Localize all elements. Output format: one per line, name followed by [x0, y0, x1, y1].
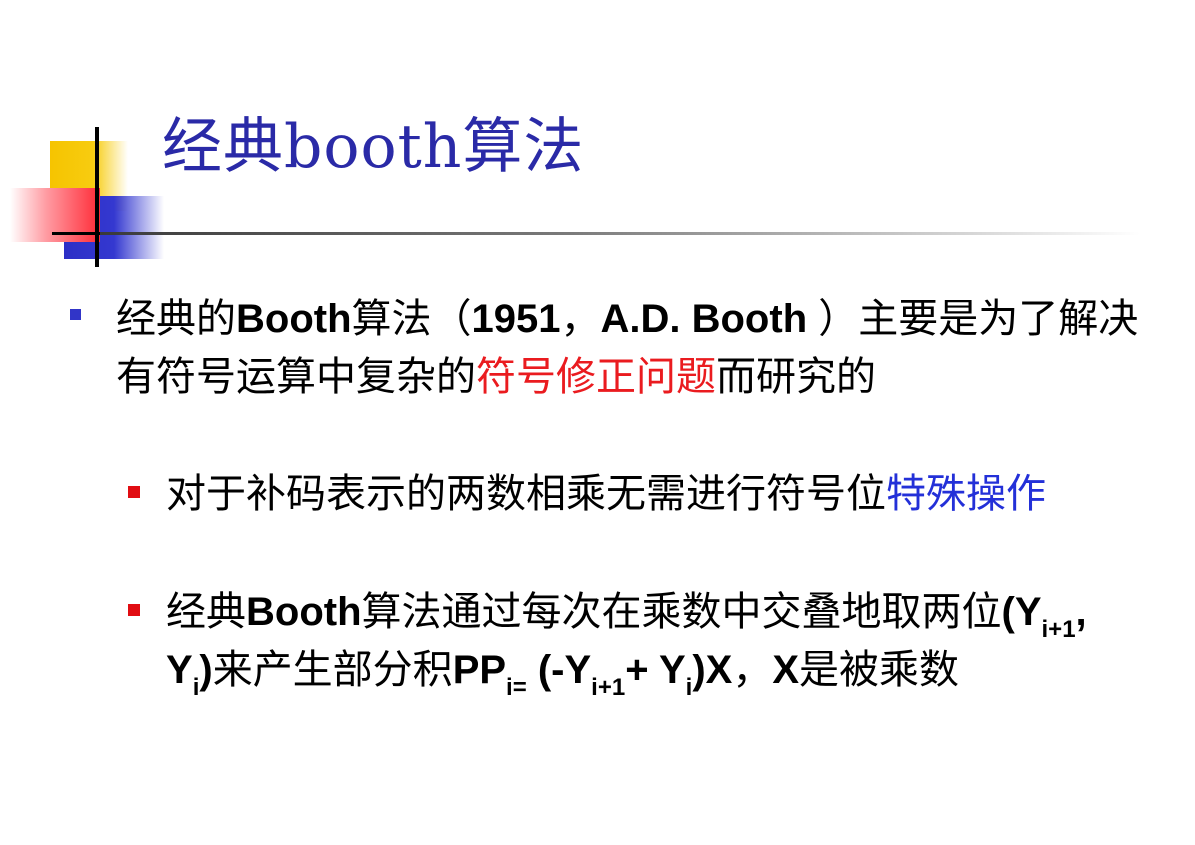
text-run: 1951 — [471, 297, 561, 341]
text-run: (Y — [1001, 590, 1042, 634]
square-bullet-icon — [70, 309, 81, 320]
text-run: i= — [506, 674, 527, 701]
bullet-item: 经典的Booth算法（1951，A.D. Booth ）主要是为了解决有符号运算… — [70, 290, 1170, 406]
text-run: 算法（ — [351, 296, 472, 342]
text-run: Booth — [246, 590, 362, 634]
square-bullet-icon — [128, 486, 140, 498]
bullet-text: 经典的Booth算法（1951，A.D. Booth ）主要是为了解决有符号运算… — [116, 290, 1170, 406]
text-run: )X — [692, 648, 733, 692]
sub-bullet-text: 经典Booth算法通过每次在乘数中交叠地取两位(Yi+1, Yi)来产生部分积P… — [166, 583, 1128, 701]
text-run: A.D. Booth — [600, 297, 819, 341]
text-run: 来产生部分积 — [212, 647, 453, 693]
text-run: i+1 — [1041, 616, 1076, 643]
text-run: 是被乘数 — [799, 647, 959, 693]
slide-title: 经典booth算法 — [162, 112, 585, 182]
text-run: 对于补码表示的两数相乘无需进行符号位 — [166, 471, 886, 517]
sub-bullet-item: 经典Booth算法通过每次在乘数中交叠地取两位(Yi+1, Yi)来产生部分积P… — [128, 583, 1128, 701]
text-run: ) — [199, 648, 213, 692]
text-run: 特殊操作 — [886, 471, 1046, 517]
text-run: 经典的 — [116, 296, 236, 342]
text-run: X — [772, 648, 799, 692]
text-run: Booth — [236, 297, 352, 341]
text-run: PP — [452, 648, 507, 692]
text-run: ， — [732, 647, 773, 693]
sub-bullet-text: 对于补码表示的两数相乘无需进行符号位特殊操作 — [166, 465, 1128, 523]
text-run: 而研究的 — [716, 354, 876, 400]
text-run: ， — [560, 296, 601, 342]
sub-bullet-item: 对于补码表示的两数相乘无需进行符号位特殊操作 — [128, 465, 1128, 523]
square-bullet-icon — [128, 604, 140, 616]
text-run: 算法通过每次在乘数中交叠地取两位 — [361, 589, 1002, 635]
title-underline — [100, 232, 1140, 235]
text-run: 符号修正问题 — [476, 354, 716, 400]
text-run: (-Y — [526, 648, 592, 692]
text-run: i+1 — [591, 674, 626, 701]
decor-vertical-line — [95, 127, 99, 267]
text-run: 经典 — [166, 589, 246, 635]
text-run: + Y — [625, 648, 686, 692]
